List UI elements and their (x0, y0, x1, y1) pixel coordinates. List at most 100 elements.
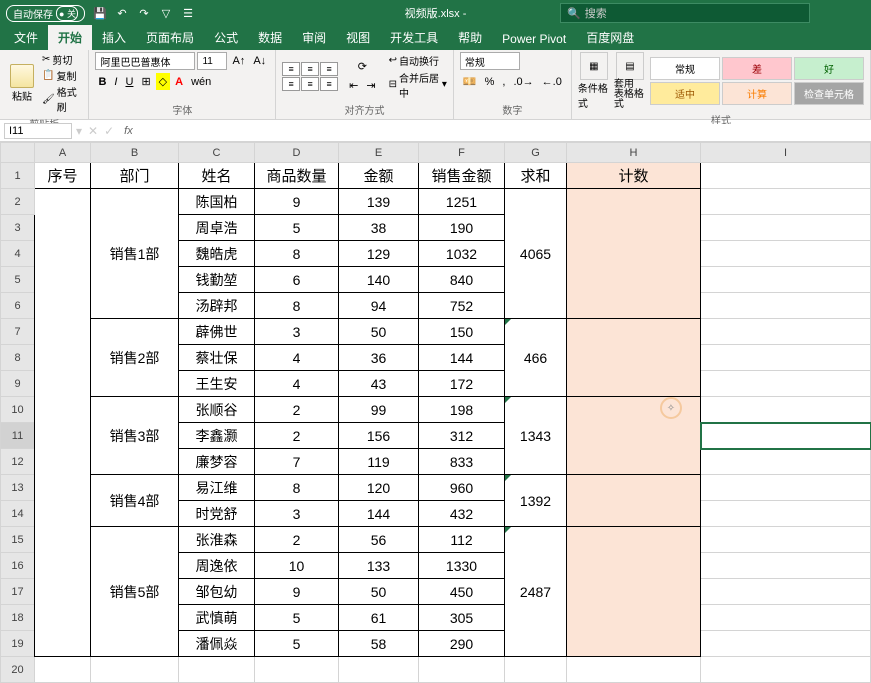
cell[interactable]: 廉梦容 (179, 449, 255, 475)
wrap-text-button[interactable]: ↩ 自动换行 (389, 53, 447, 68)
cell[interactable] (35, 657, 91, 683)
copy-button[interactable]: 📋 复制 (42, 68, 82, 83)
cell[interactable]: 58 (339, 631, 419, 657)
cell[interactable]: 汤辟邦 (179, 293, 255, 319)
undo-icon[interactable]: ↶ (115, 6, 129, 20)
cell[interactable]: 840 (419, 267, 505, 293)
cell[interactable]: 钱勤堃 (179, 267, 255, 293)
border-button[interactable]: ⊞ (138, 73, 153, 90)
row-header[interactable]: 19 (1, 631, 35, 657)
cell[interactable]: 432 (419, 501, 505, 527)
col-header-G[interactable]: G (505, 143, 567, 163)
align-right-button[interactable]: ≡ (320, 77, 338, 91)
paste-button[interactable]: 粘贴 (6, 62, 38, 105)
row-header[interactable]: 2 (1, 189, 35, 215)
cell[interactable]: 133 (339, 553, 419, 579)
tab-insert[interactable]: 插入 (92, 25, 136, 50)
row-header[interactable]: 6 (1, 293, 35, 319)
tab-pagelayout[interactable]: 页面布局 (136, 25, 204, 50)
cell[interactable] (701, 319, 871, 345)
cell[interactable] (701, 657, 871, 683)
cell[interactable]: 172 (419, 371, 505, 397)
indent-decrease-button[interactable]: ⇤ (346, 77, 361, 94)
cell[interactable] (701, 215, 871, 241)
cell[interactable]: 潘佩焱 (179, 631, 255, 657)
col-header-D[interactable]: D (255, 143, 339, 163)
cell[interactable]: 销售2部 (91, 319, 179, 397)
row-header[interactable]: 9 (1, 371, 35, 397)
sort-icon[interactable]: ☰ (181, 6, 195, 20)
cell[interactable]: 张顺谷 (179, 397, 255, 423)
row-header[interactable]: 17 (1, 579, 35, 605)
cell[interactable] (701, 371, 871, 397)
merge-center-button[interactable]: ⊟ 合并后居中 ▾ (389, 70, 447, 100)
cell[interactable] (701, 163, 871, 189)
cell[interactable] (701, 475, 871, 501)
tab-view[interactable]: 视图 (336, 25, 380, 50)
cell[interactable]: 8 (255, 241, 339, 267)
row-header[interactable]: 4 (1, 241, 35, 267)
redo-icon[interactable]: ↷ (137, 6, 151, 20)
cell[interactable]: 450 (419, 579, 505, 605)
name-box[interactable] (4, 123, 72, 139)
cell[interactable]: 10 (255, 553, 339, 579)
conditional-format-button[interactable]: ▦ 条件格式 (578, 52, 610, 110)
style-neutral[interactable]: 适中 (650, 82, 720, 105)
tab-devtools[interactable]: 开发工具 (380, 25, 448, 50)
cell[interactable]: 8 (255, 293, 339, 319)
increase-font-button[interactable]: A↑ (229, 52, 248, 70)
search-input[interactable]: 🔍 搜索 (560, 3, 810, 23)
cell[interactable]: 94 (339, 293, 419, 319)
cell[interactable] (701, 423, 871, 449)
cell[interactable]: 9 (255, 579, 339, 605)
row-header[interactable]: 18 (1, 605, 35, 631)
cell[interactable]: 466 (505, 319, 567, 397)
cell[interactable] (567, 527, 701, 657)
row-header[interactable]: 3 (1, 215, 35, 241)
cell[interactable] (701, 527, 871, 553)
style-bad[interactable]: 差 (722, 57, 792, 80)
cell[interactable]: 销售金额 (419, 163, 505, 189)
cell[interactable]: 周卓浩 (179, 215, 255, 241)
cell[interactable]: 290 (419, 631, 505, 657)
cell[interactable]: 2 (255, 527, 339, 553)
cell[interactable]: 312 (419, 423, 505, 449)
cell[interactable]: 129 (339, 241, 419, 267)
cell[interactable]: 易江维 (179, 475, 255, 501)
cell[interactable] (179, 657, 255, 683)
cell[interactable] (567, 475, 701, 527)
cell[interactable] (255, 657, 339, 683)
cell[interactable]: 156 (339, 423, 419, 449)
spreadsheet[interactable]: A B C D E F G H I 1序号部门姓名商品数量金额销售金额求和计数2… (0, 142, 871, 683)
cell[interactable]: 38 (339, 215, 419, 241)
row-header[interactable]: 7 (1, 319, 35, 345)
cell[interactable]: 李鑫灏 (179, 423, 255, 449)
cell[interactable]: 5 (255, 215, 339, 241)
formula-input[interactable] (137, 124, 871, 138)
cell[interactable]: 1343 (505, 397, 567, 475)
cell[interactable]: 2 (255, 397, 339, 423)
style-normal[interactable]: 常规 (650, 57, 720, 80)
currency-button[interactable]: 💴 (460, 73, 480, 90)
cell[interactable]: 求和 (505, 163, 567, 189)
font-name-select[interactable] (95, 52, 195, 70)
table-format-button[interactable]: ▤ 套用 表格格式 (614, 52, 646, 110)
cell[interactable] (701, 241, 871, 267)
col-header-F[interactable]: F (419, 143, 505, 163)
row-header[interactable]: 1 (1, 163, 35, 189)
bold-button[interactable]: B (95, 73, 109, 90)
cell[interactable]: 50 (339, 319, 419, 345)
cell[interactable]: 陈国柏 (179, 189, 255, 215)
col-header-I[interactable]: I (701, 143, 871, 163)
col-header-B[interactable]: B (91, 143, 179, 163)
cell[interactable] (567, 189, 701, 319)
cell[interactable] (35, 189, 91, 657)
percent-button[interactable]: % (482, 73, 498, 90)
cell[interactable]: 56 (339, 527, 419, 553)
cell[interactable]: 119 (339, 449, 419, 475)
cell[interactable]: 武慎萌 (179, 605, 255, 631)
row-header[interactable]: 11 (1, 423, 35, 449)
cell[interactable] (701, 605, 871, 631)
row-header[interactable]: 10 (1, 397, 35, 423)
cell[interactable] (701, 553, 871, 579)
